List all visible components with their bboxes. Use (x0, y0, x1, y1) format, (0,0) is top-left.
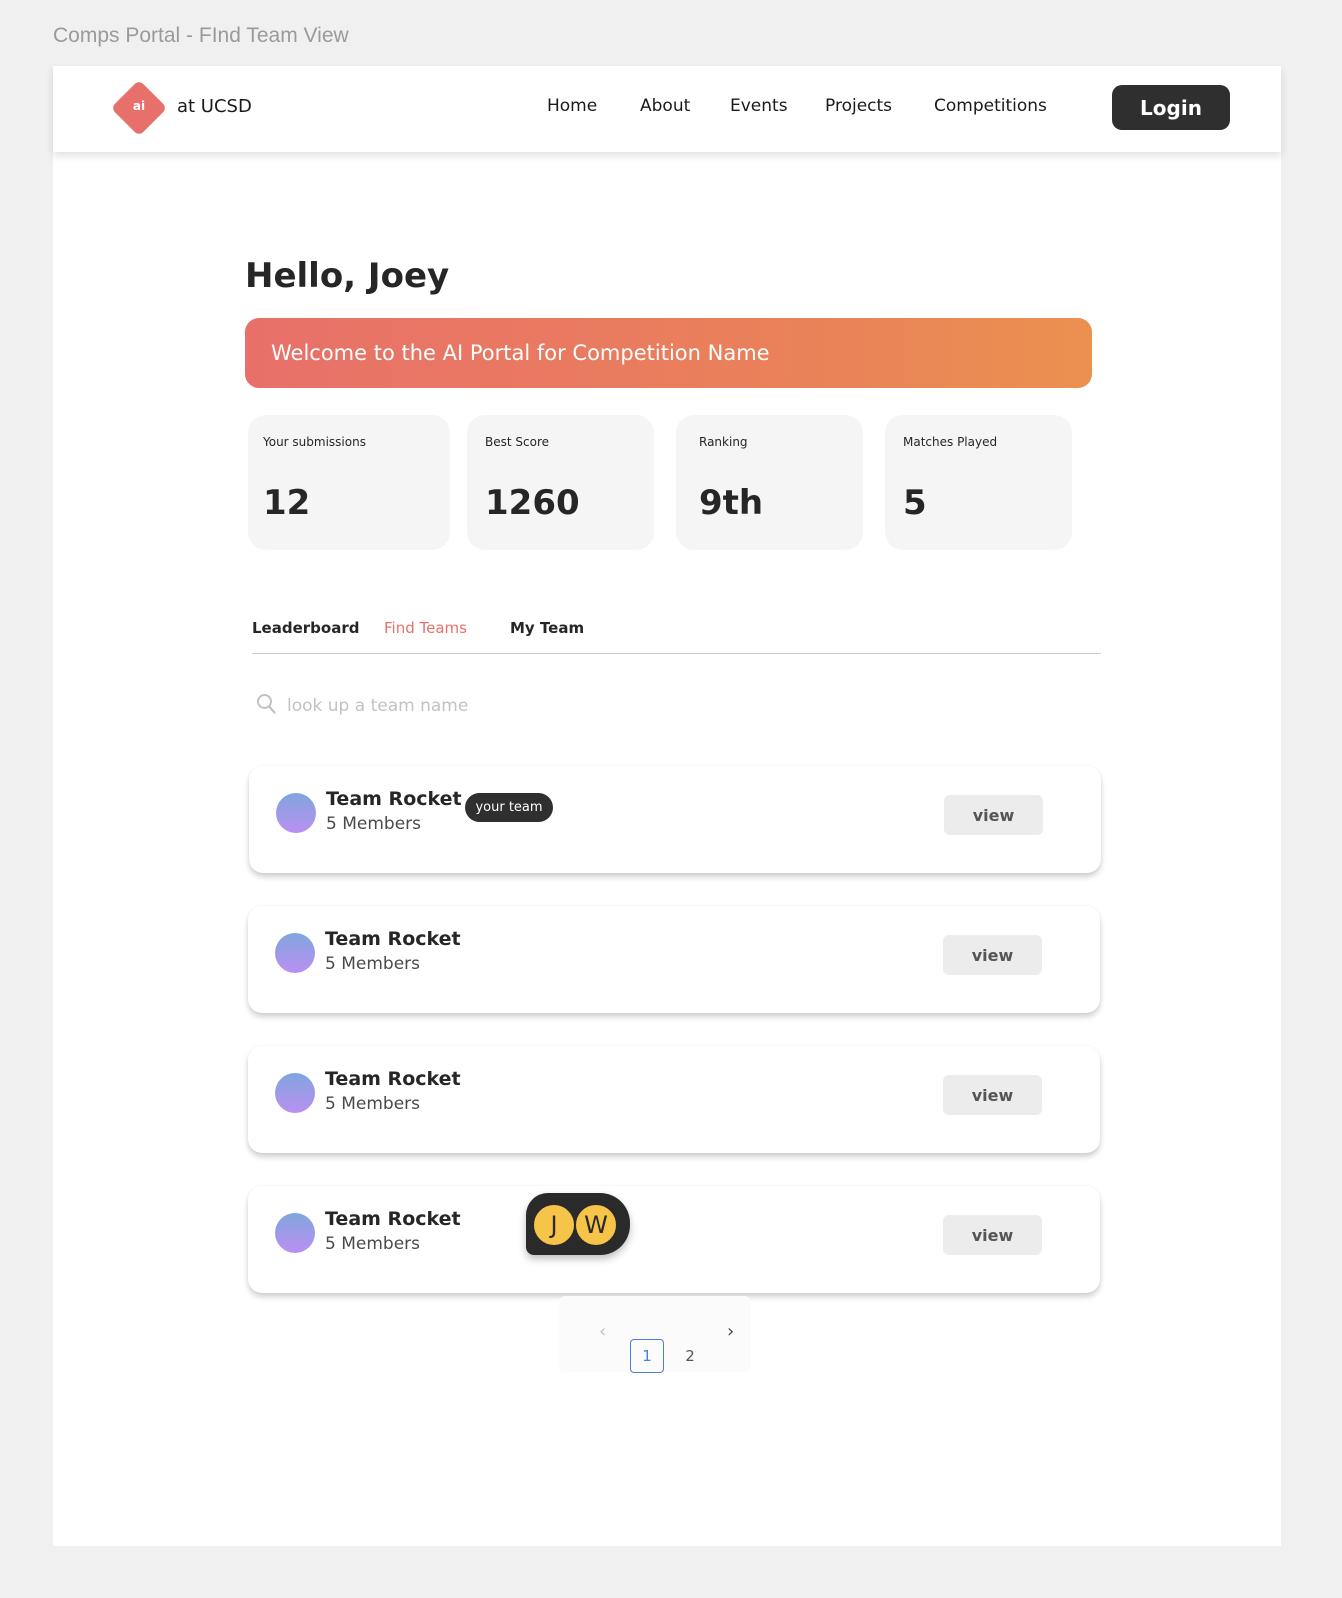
view-team-button[interactable]: view (943, 1215, 1042, 1255)
presence-avatar[interactable]: W (574, 1203, 618, 1247)
pagination-page-2[interactable]: 2 (673, 1339, 707, 1373)
pagination-next-button[interactable]: › (727, 1321, 734, 1342)
team-card: Team Rocket 5 Members your team view (249, 766, 1101, 873)
team-card: Team Rocket 5 Members view (248, 906, 1100, 1013)
nav-about[interactable]: About (640, 96, 690, 116)
nav-competitions[interactable]: Competitions (934, 96, 1047, 116)
welcome-banner: Welcome to the AI Portal for Competition… (245, 318, 1092, 388)
stat-label: Matches Played (903, 435, 998, 449)
team-avatar (275, 1213, 315, 1253)
view-team-button[interactable]: view (943, 1075, 1042, 1115)
pagination-page-1[interactable]: 1 (630, 1339, 664, 1373)
view-team-button[interactable]: view (944, 795, 1043, 835)
stat-label: Your submissions (263, 435, 366, 449)
welcome-banner-text: Welcome to the AI Portal for Competition… (271, 341, 770, 365)
tab-my-team[interactable]: My Team (510, 619, 584, 637)
stat-card-ranking: Ranking 9th (676, 415, 863, 550)
tab-find-teams[interactable]: Find Teams (384, 619, 467, 637)
team-member-count: 5 Members (325, 954, 421, 974)
greeting-heading: Hello, Joey (245, 256, 450, 296)
your-team-badge: your team (465, 793, 553, 822)
team-member-count: 5 Members (325, 1234, 421, 1254)
stat-value: 1260 (485, 483, 580, 523)
team-avatar (276, 793, 316, 833)
stat-card-best-score: Best Score 1260 (467, 415, 654, 550)
view-team-button[interactable]: view (943, 935, 1042, 975)
nav-home[interactable]: Home (547, 96, 597, 116)
team-card: Team Rocket 5 Members view (248, 1186, 1100, 1293)
team-avatar (275, 933, 315, 973)
search-icon (257, 694, 276, 714)
tab-leaderboard[interactable]: Leaderboard (252, 619, 359, 637)
nav-projects[interactable]: Projects (825, 96, 892, 116)
navbar: ai at UCSD Home About Events Projects Co… (53, 66, 1281, 152)
stat-card-matches-played: Matches Played 5 (885, 415, 1072, 550)
logo-text: ai (132, 99, 146, 113)
team-name: Team Rocket (325, 928, 461, 950)
pagination-prev-button[interactable]: ‹ (599, 1321, 606, 1342)
collaborator-presence[interactable]: J W (526, 1193, 630, 1255)
stat-label: Ranking (699, 435, 748, 449)
team-member-count: 5 Members (326, 814, 422, 834)
stat-value: 12 (263, 483, 311, 523)
team-name: Team Rocket (325, 1068, 461, 1090)
team-avatar (275, 1073, 315, 1113)
stat-label: Best Score (485, 435, 549, 449)
team-name: Team Rocket (325, 1208, 461, 1230)
page-frame: ai at UCSD Home About Events Projects Co… (53, 66, 1281, 1546)
stat-card-submissions: Your submissions 12 (248, 415, 450, 550)
login-button[interactable]: Login (1112, 85, 1230, 130)
team-search-input[interactable] (287, 692, 887, 720)
brand-name[interactable]: at UCSD (177, 96, 252, 117)
frame-title: Comps Portal - FInd Team View (53, 24, 349, 47)
tab-divider (252, 653, 1101, 654)
team-member-count: 5 Members (325, 1094, 421, 1114)
team-name: Team Rocket (326, 788, 462, 810)
stat-value: 9th (699, 483, 764, 523)
presence-avatar[interactable]: J (532, 1203, 576, 1247)
nav-events[interactable]: Events (730, 96, 788, 116)
stat-value: 5 (903, 483, 927, 523)
team-card: Team Rocket 5 Members view (248, 1046, 1100, 1153)
